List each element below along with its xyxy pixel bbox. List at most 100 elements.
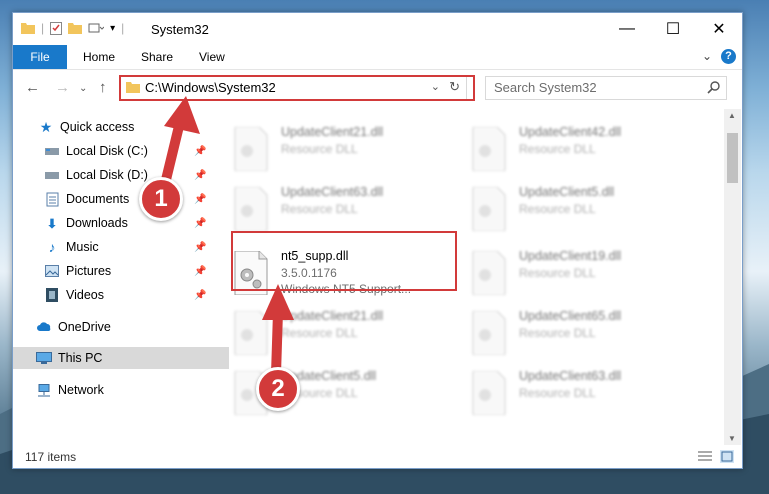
sidebar-item-music[interactable]: ♪ Music 📌 (13, 236, 237, 258)
pin-icon[interactable]: 📌 (194, 242, 206, 253)
file-type: Resource DLL (519, 142, 596, 156)
scroll-down-icon[interactable]: ▼ (728, 434, 736, 443)
pin-icon[interactable]: 📌 (194, 194, 206, 205)
maximize-button[interactable]: ☐ (650, 13, 696, 45)
list-item[interactable]: UpdateClient19.dll Resource DLL (471, 245, 691, 297)
sidebar-item-label: Network (58, 383, 104, 397)
pin-icon[interactable]: 📌 (194, 218, 206, 229)
status-bar: 117 items (13, 446, 742, 468)
file-type: Resource DLL (519, 386, 596, 400)
arrow-annotation-2 (262, 284, 294, 377)
file-name: UpdateClient63.dll (519, 369, 622, 383)
step-badge-1: 1 (139, 177, 183, 221)
title-bar: | ▾ | System32 — ☐ ✕ (13, 13, 742, 45)
list-item[interactable]: UpdateClient63.dll Resource DLL (471, 365, 691, 417)
pc-icon (36, 350, 52, 366)
dll-file-icon (472, 127, 506, 171)
documents-icon (44, 191, 60, 207)
properties-icon[interactable] (50, 21, 63, 35)
dll-file-icon (472, 187, 506, 231)
item-count: 117 items (25, 450, 77, 464)
drive-icon (44, 143, 60, 159)
tab-file[interactable]: File (13, 45, 67, 69)
forward-arrow-icon[interactable]: → (55, 79, 70, 96)
separator: | (121, 21, 125, 35)
close-button[interactable]: ✕ (696, 13, 742, 45)
sidebar-item-label: Local Disk (D:) (66, 168, 148, 182)
large-icons-view-icon[interactable] (720, 450, 734, 463)
file-name: UpdateClient5.dll (519, 185, 615, 199)
tab-home[interactable]: Home (83, 50, 115, 64)
window-title: System32 (151, 22, 209, 37)
dll-file-icon (472, 371, 506, 415)
folder-icon[interactable] (21, 22, 35, 34)
download-icon: ⬇ (46, 216, 58, 231)
new-folder-icon[interactable] (68, 22, 83, 34)
search-input[interactable]: Search System32 (485, 76, 727, 100)
scrollbar-thumb[interactable] (727, 133, 738, 183)
dropdown-chevron-icon[interactable]: ▾ (110, 23, 115, 34)
sidebar-item-videos[interactable]: Videos 📌 (13, 284, 237, 306)
help-icon[interactable]: ? (721, 49, 736, 64)
list-item[interactable]: UpdateClient5.dll Resource DLL (471, 181, 691, 233)
ribbon-expand-icon[interactable]: ⌄ (702, 49, 712, 63)
sidebar-item-label: Local Disk (C:) (66, 144, 148, 158)
sidebar-item-onedrive[interactable]: OneDrive (13, 316, 229, 338)
sidebar-item-label: Pictures (66, 264, 112, 278)
file-type: Resource DLL (519, 202, 596, 216)
list-item[interactable]: UpdateClient42.dll Resource DLL (471, 121, 691, 173)
details-view-icon[interactable] (698, 451, 712, 463)
sidebar-item-label: OneDrive (58, 320, 111, 334)
star-icon: ★ (39, 118, 53, 135)
music-icon: ♪ (48, 239, 56, 255)
quick-access-toolbar: | ▾ | (21, 21, 124, 35)
up-arrow-icon[interactable]: ↑ (99, 79, 107, 96)
back-arrow-icon[interactable]: ← (25, 79, 40, 96)
sidebar-item-label: This PC (58, 351, 103, 365)
vertical-scrollbar[interactable]: ▲ ▼ (724, 109, 741, 445)
file-name: UpdateClient63.dll (281, 185, 384, 199)
minimize-button[interactable]: — (604, 13, 650, 45)
recent-locations-icon[interactable]: ⌄ (79, 83, 87, 94)
sidebar-item-pictures[interactable]: Pictures 📌 (13, 260, 237, 282)
list-item[interactable]: UpdateClient21.dll Resource DLL (233, 121, 453, 173)
list-item[interactable]: UpdateClient65.dll Resource DLL (471, 305, 691, 357)
customize-icon[interactable] (88, 22, 105, 34)
network-icon (36, 382, 52, 398)
sidebar-item-downloads[interactable]: ⬇ Downloads 📌 (13, 212, 237, 234)
sidebar-item-label: Downloads (66, 216, 128, 230)
dll-file-icon (472, 251, 506, 295)
videos-icon (44, 287, 60, 303)
file-type: Resource DLL (281, 202, 358, 216)
file-type: Resource DLL (519, 266, 596, 280)
drive-icon (44, 167, 60, 183)
dll-file-icon (234, 187, 268, 231)
search-icon[interactable] (707, 81, 720, 94)
file-name: UpdateClient65.dll (519, 309, 622, 323)
tab-share[interactable]: Share (141, 50, 173, 64)
address-bar-row: ← → ⌄ ↑ C:\Windows\System32 ⌄ ↻ Search S… (13, 71, 742, 105)
scroll-up-icon[interactable]: ▲ (728, 111, 736, 120)
file-name: UpdateClient21.dll (281, 125, 384, 139)
pin-icon[interactable]: 📌 (194, 290, 206, 301)
cloud-icon (36, 319, 52, 335)
pin-icon[interactable]: 📌 (194, 266, 206, 277)
sidebar-item-network[interactable]: Network (13, 379, 229, 401)
file-type: Resource DLL (519, 326, 596, 340)
sidebar-item-this-pc[interactable]: This PC (13, 347, 229, 369)
file-name: UpdateClient19.dll (519, 249, 622, 263)
sidebar-item-label: Music (66, 240, 99, 254)
dll-file-icon (234, 127, 268, 171)
step-badge-2: 2 (256, 367, 300, 411)
pictures-icon (44, 263, 60, 279)
sidebar-item-label: Videos (66, 288, 104, 302)
separator: | (41, 21, 45, 35)
file-type: Resource DLL (281, 142, 358, 156)
list-item[interactable]: UpdateClient63.dll Resource DLL (233, 181, 453, 233)
ribbon-tabs: File Home Share View ⌄ ? (13, 45, 742, 70)
sidebar-item-label: Quick access (60, 120, 135, 134)
search-placeholder: Search System32 (494, 80, 597, 95)
tab-view[interactable]: View (199, 50, 225, 64)
dll-file-icon (472, 311, 506, 355)
file-name: UpdateClient42.dll (519, 125, 622, 139)
